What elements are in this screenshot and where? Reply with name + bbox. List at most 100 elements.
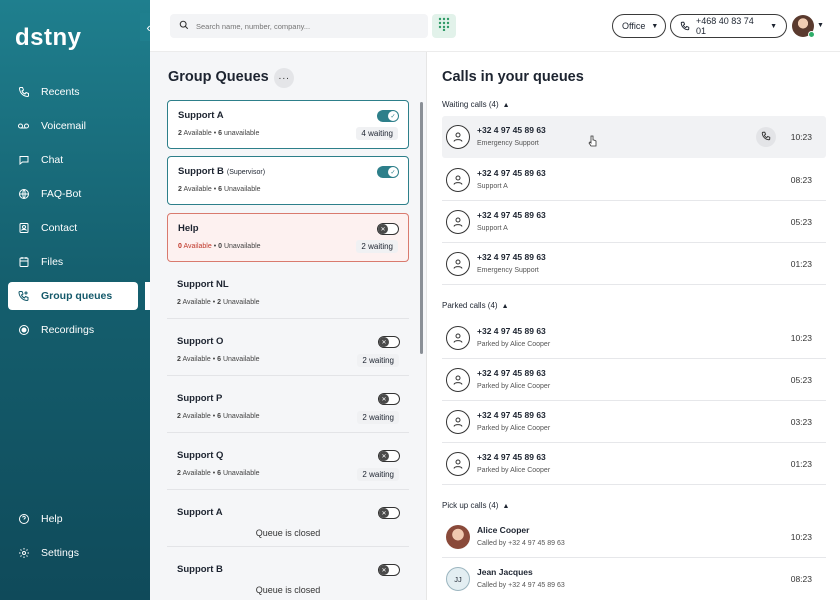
sidebar-item-help[interactable]: Help — [8, 505, 138, 533]
sidebar-item-recents[interactable]: Recents — [8, 78, 138, 106]
queue-item[interactable]: Support NL 2 Available • 2 Unavailable — [167, 270, 409, 319]
call-row[interactable]: +32 4 97 45 89 63 Emergency Support 01:2… — [442, 243, 826, 285]
sidebar-item-faq-bot[interactable]: FAQ-Bot — [8, 180, 138, 208]
call-number: +32 4 97 45 89 63 — [477, 410, 546, 420]
queue-item[interactable]: Support O 2 Available • 6 Unavailable ✕ … — [167, 327, 409, 376]
queue-toggle[interactable]: ✓ — [377, 110, 399, 122]
person-icon — [446, 168, 470, 192]
sidebar-item-recordings[interactable]: Recordings — [8, 316, 138, 344]
queue-toggle[interactable]: ✕ — [378, 564, 400, 576]
called-by: Called by +32 4 97 45 89 63 — [477, 582, 565, 589]
queue-stats: 2 Available • 6 Unavailable — [178, 186, 261, 193]
caret-down-icon: ▼ — [770, 22, 777, 30]
queue-card[interactable]: Support B (Supervisor) 2 Available • 6 Un… — [167, 156, 409, 205]
status-label: Office — [622, 21, 646, 31]
sidebar: dstny Recents Voicemail Chat FAQ-Bot Con… — [0, 0, 150, 600]
sidebar-item-label: FAQ-Bot — [41, 188, 82, 200]
sidebar-item-label: Group queues — [41, 290, 113, 302]
scrollbar[interactable] — [420, 102, 423, 354]
queue-closed-label: Queue is closed — [255, 585, 321, 595]
queue-item[interactable]: Support P 2 Available • 6 Unavailable ✕ … — [167, 384, 409, 433]
queue-item[interactable]: Support Q 2 Available • 6 Unavailable ✕ … — [167, 441, 409, 490]
parked-calls-toggle[interactable]: Parked calls (4) ▲ — [442, 301, 509, 310]
person-icon — [446, 125, 470, 149]
caller-name: Alice Cooper — [477, 525, 530, 535]
queue-toggle[interactable]: ✕ — [378, 507, 400, 519]
queue-card[interactable]: Help 0 Available • 0 Unavailable ✕ 2 wai… — [167, 213, 409, 262]
caret-up-icon: ▲ — [502, 503, 510, 510]
queue-toggle[interactable]: ✕ — [378, 450, 400, 462]
call-number: +32 4 97 45 89 63 — [477, 210, 546, 220]
close-icon: ✕ — [379, 451, 389, 461]
call-duration: 10:23 — [790, 333, 812, 343]
answer-call-button[interactable] — [756, 127, 776, 147]
contact-photo — [446, 525, 470, 549]
dialpad-icon — [438, 17, 450, 36]
contact-initials: JJ — [446, 567, 470, 591]
call-duration: 08:23 — [790, 175, 812, 185]
call-number: +32 4 97 45 89 63 — [477, 168, 546, 178]
voicemail-icon — [17, 120, 30, 133]
group-queue-icon — [17, 290, 30, 303]
globe-icon — [17, 188, 30, 201]
person-icon — [446, 410, 470, 434]
queue-toggle[interactable]: ✓ — [377, 166, 399, 178]
queue-toggle[interactable]: ✕ — [378, 336, 400, 348]
call-queue: Emergency Support — [477, 267, 539, 274]
sidebar-item-chat[interactable]: Chat — [8, 146, 138, 174]
queue-name: Support Q — [177, 450, 224, 461]
calls-panel: Calls in your queues Waiting calls (4) ▲ … — [428, 52, 840, 600]
parked-by: Parked by Alice Cooper — [477, 467, 551, 474]
waiting-calls-toggle[interactable]: Waiting calls (4) ▲ — [442, 100, 510, 109]
sidebar-item-group-queues[interactable]: Group queues — [8, 282, 138, 310]
search-box[interactable] — [170, 14, 428, 38]
call-row[interactable]: +32 4 97 45 89 63 Parked by Alice Cooper… — [442, 401, 826, 443]
sidebar-item-label: Recents — [41, 86, 80, 98]
caret-down-icon[interactable]: ▼ — [817, 22, 824, 29]
person-icon — [446, 210, 470, 234]
search-icon — [179, 17, 189, 35]
queue-item[interactable]: Support B ✕ Queue is closed — [167, 555, 409, 600]
call-row[interactable]: +32 4 97 45 89 63 Parked by Alice Cooper… — [442, 359, 826, 401]
queue-closed-label: Queue is closed — [255, 528, 321, 538]
close-icon: ✕ — [379, 394, 389, 404]
sidebar-item-contact[interactable]: Contact — [8, 214, 138, 242]
page-title: Group Queues — [168, 69, 269, 85]
person-icon — [446, 326, 470, 350]
pickup-calls-toggle[interactable]: Pick up calls (4) ▲ — [442, 501, 509, 510]
call-row[interactable]: +32 4 97 45 89 63 Support A 08:23 — [442, 159, 826, 201]
sidebar-item-files[interactable]: Files — [8, 248, 138, 276]
call-duration: 08:23 — [790, 574, 812, 584]
dialpad-button[interactable] — [432, 14, 456, 38]
call-duration: 05:23 — [790, 375, 812, 385]
call-row[interactable]: +32 4 97 45 89 63 Emergency Support 10:2… — [442, 116, 826, 158]
call-duration: 05:23 — [790, 217, 812, 227]
section-title: Calls in your queues — [442, 69, 584, 85]
sidebar-item-voicemail[interactable]: Voicemail — [8, 112, 138, 140]
sidebar-item-label: Chat — [41, 154, 64, 166]
queue-item[interactable]: Support A ✕ Queue is closed — [167, 498, 409, 547]
parked-by: Parked by Alice Cooper — [477, 383, 551, 390]
call-row[interactable]: +32 4 97 45 89 63 Parked by Alice Cooper… — [442, 443, 826, 485]
called-by: Called by +32 4 97 45 89 63 — [477, 540, 565, 547]
queue-name: Help — [178, 223, 199, 234]
phone-line-dropdown[interactable]: +468 40 83 74 01 ▼ — [670, 14, 787, 38]
sidebar-item-settings[interactable]: Settings — [8, 539, 138, 567]
more-options-button[interactable]: ··· — [274, 68, 294, 88]
status-dropdown[interactable]: Office ▼ — [612, 14, 666, 38]
call-number: +32 4 97 45 89 63 — [477, 452, 546, 462]
call-row[interactable]: +32 4 97 45 89 63 Parked by Alice Cooper… — [442, 317, 826, 359]
call-row[interactable]: Alice Cooper Called by +32 4 97 45 89 63… — [442, 516, 826, 558]
queue-toggle[interactable]: ✕ — [377, 223, 399, 235]
app-logo: dstny — [15, 24, 82, 51]
check-icon: ✓ — [388, 111, 398, 121]
waiting-badge: 2 waiting — [357, 354, 399, 367]
record-icon — [17, 324, 30, 337]
queue-toggle[interactable]: ✕ — [378, 393, 400, 405]
person-icon — [446, 252, 470, 276]
call-row[interactable]: +32 4 97 45 89 63 Support A 05:23 — [442, 201, 826, 243]
call-duration: 10:23 — [790, 532, 812, 542]
search-input[interactable] — [196, 21, 416, 31]
queue-card[interactable]: Support A 2 Available • 6 unavailable ✓ … — [167, 100, 409, 149]
call-row[interactable]: JJ Jean Jacques Called by +32 4 97 45 89… — [442, 558, 826, 600]
